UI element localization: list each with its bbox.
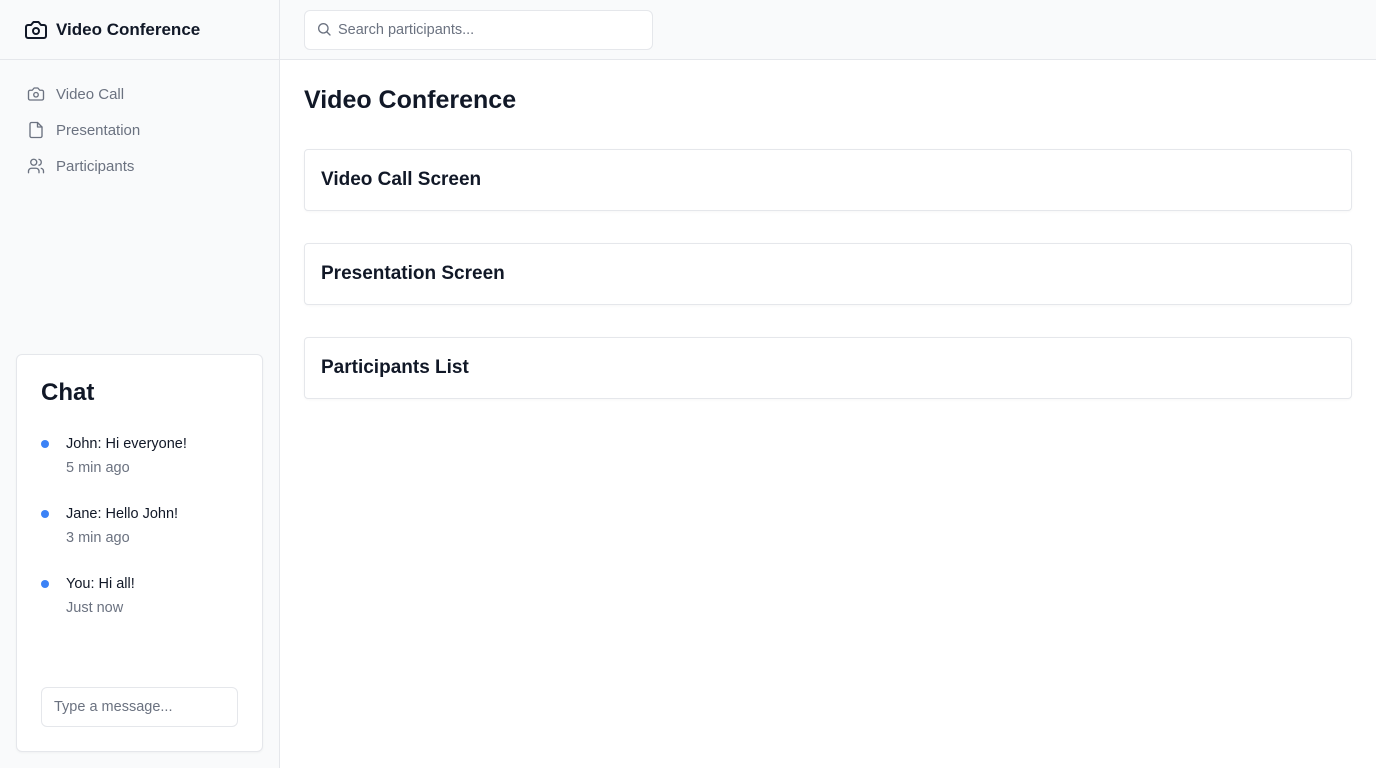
message-dot-icon bbox=[41, 580, 49, 588]
camera-icon bbox=[24, 18, 48, 42]
chat-message-text: You: Hi all! bbox=[66, 576, 135, 592]
search-box[interactable] bbox=[304, 9, 653, 50]
chat-title: Chat bbox=[41, 379, 95, 406]
sidebar-item-label: Video Call bbox=[56, 85, 125, 103]
app-root: Video Conference Video Call Presentation… bbox=[0, 0, 1376, 768]
search-icon bbox=[316, 21, 332, 37]
sidebar-item-presentation[interactable]: Presentation bbox=[0, 112, 279, 148]
card-title: Participants List bbox=[321, 357, 469, 378]
brand: Video Conference bbox=[0, 0, 279, 60]
sidebar-item-video-call[interactable]: Video Call bbox=[0, 76, 279, 112]
file-icon bbox=[27, 121, 45, 139]
chat-panel: Chat John: Hi everyone! 5 min ago Jane: … bbox=[16, 354, 263, 752]
chat-message: John: Hi everyone! 5 min ago bbox=[41, 435, 238, 477]
main-content: Video Conference Video Call Screen Prese… bbox=[280, 60, 1376, 399]
chat-message: You: Hi all! Just now bbox=[41, 575, 238, 617]
video-call-screen-card[interactable]: Video Call Screen bbox=[304, 149, 1352, 211]
chat-message-time: 5 min ago bbox=[66, 460, 130, 476]
participants-list-card[interactable]: Participants List bbox=[304, 337, 1352, 399]
card-title: Presentation Screen bbox=[321, 263, 505, 284]
chat-message: Jane: Hello John! 3 min ago bbox=[41, 505, 238, 547]
message-dot-icon bbox=[41, 440, 49, 448]
sidebar-item-participants[interactable]: Participants bbox=[0, 148, 279, 184]
sidebar-item-label: Participants bbox=[56, 157, 135, 175]
top-bar bbox=[280, 0, 1376, 60]
message-dot-icon bbox=[41, 510, 49, 518]
search-input[interactable] bbox=[338, 21, 652, 38]
chat-message-input[interactable] bbox=[41, 687, 238, 727]
chat-message-time: 3 min ago bbox=[66, 530, 130, 546]
chat-message-time: Just now bbox=[66, 600, 124, 616]
app-title: Video Conference bbox=[56, 19, 201, 39]
card-title: Video Call Screen bbox=[321, 169, 482, 190]
users-icon bbox=[27, 157, 45, 175]
sidebar-nav: Video Call Presentation Participants bbox=[0, 60, 279, 184]
chat-message-text: Jane: Hello John! bbox=[66, 506, 179, 522]
page-title: Video Conference bbox=[304, 86, 517, 114]
camera-icon bbox=[27, 85, 45, 103]
chat-message-text: John: Hi everyone! bbox=[66, 436, 187, 452]
sidebar-item-label: Presentation bbox=[56, 121, 141, 139]
presentation-screen-card[interactable]: Presentation Screen bbox=[304, 243, 1352, 305]
main-area: Video Conference Video Call Screen Prese… bbox=[280, 0, 1376, 768]
sidebar: Video Conference Video Call Presentation… bbox=[0, 0, 280, 768]
